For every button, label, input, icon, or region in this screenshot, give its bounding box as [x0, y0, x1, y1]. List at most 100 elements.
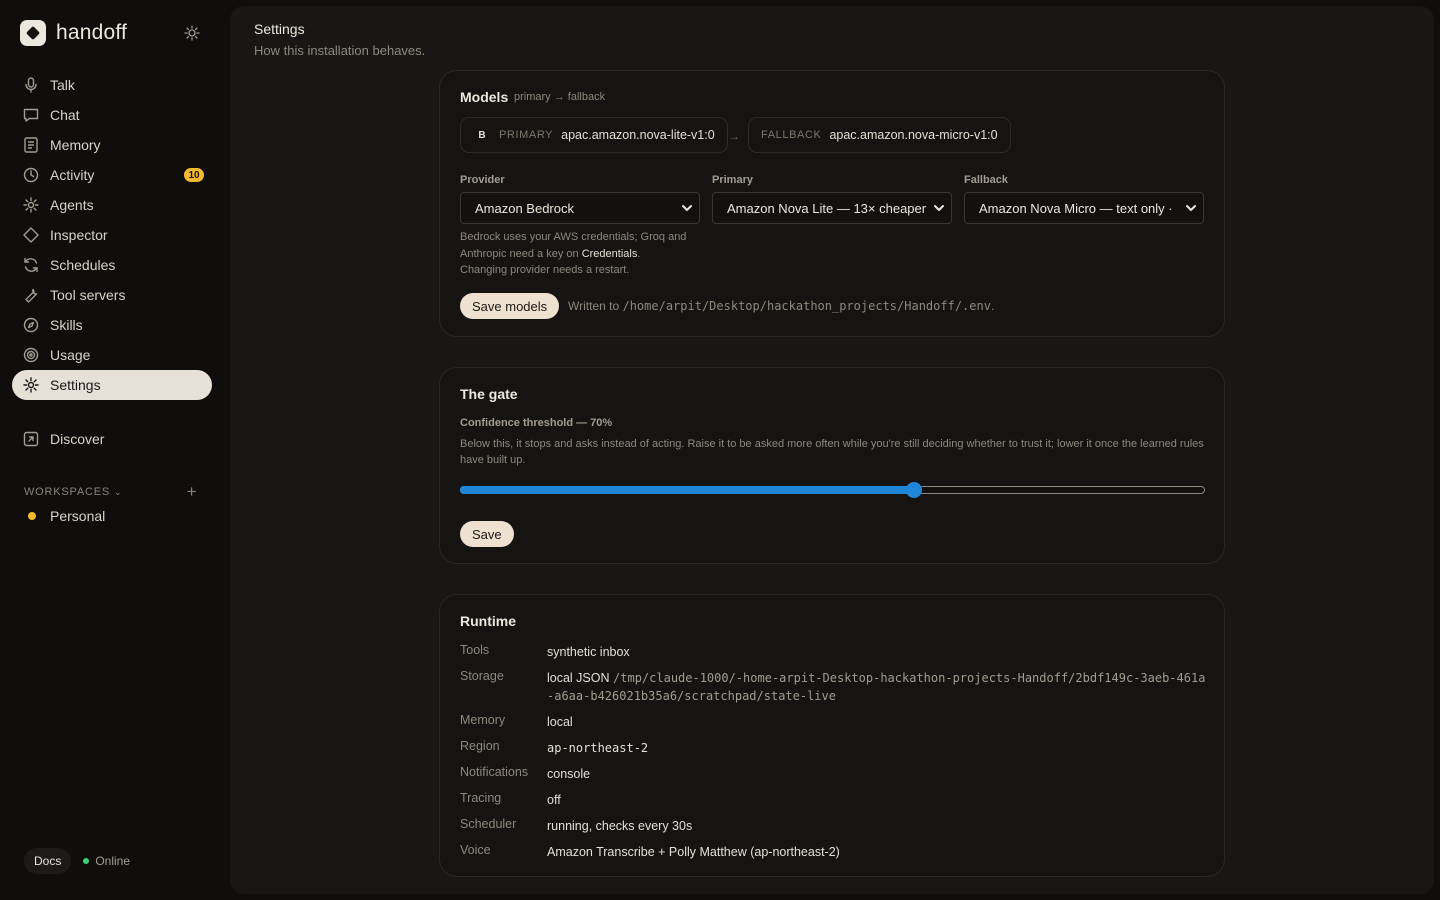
- fallback-label: Fallback: [964, 174, 1009, 186]
- runtime-value: local: [547, 715, 573, 729]
- target-icon: [23, 347, 39, 363]
- runtime-value: Amazon Transcribe + Polly Matthew (ap-no…: [547, 845, 840, 859]
- page-title: Settings: [254, 21, 305, 37]
- primary-tag: PRIMARY: [499, 129, 554, 141]
- chevron-down-icon: [1183, 200, 1199, 216]
- sidebar-item-label: Usage: [50, 347, 91, 363]
- runtime-row-notifications: Notifications console: [460, 765, 1210, 791]
- sidebar-item-label: Schedules: [50, 257, 116, 273]
- gate-description: Below this, it stops and asks instead of…: [460, 438, 1204, 466]
- runtime-value: console: [547, 767, 591, 781]
- sidebar-item-label: Settings: [50, 377, 101, 393]
- sidebar-item-activity[interactable]: Activity 10: [12, 160, 212, 190]
- wrench-icon: [25, 288, 38, 303]
- slider-fill: [460, 486, 915, 494]
- arrow-right-icon: →: [728, 129, 740, 143]
- provider-select-value: Amazon Bedrock: [475, 200, 574, 216]
- runtime-row-tools: Tools synthetic inbox: [460, 643, 1210, 669]
- page-subtitle: How this installation behaves.: [254, 43, 426, 58]
- sidebar-item-label: Activity: [50, 167, 95, 183]
- runtime-value: running, checks every 30s: [547, 819, 693, 833]
- save-models-button[interactable]: Save models: [460, 293, 560, 319]
- sun-icon[interactable]: [183, 24, 201, 42]
- runtime-key: Scheduler: [460, 817, 517, 831]
- sidebar-item-label: Tool servers: [50, 287, 126, 303]
- status-dot-icon: [83, 858, 90, 864]
- workspaces-header: WORKSPACES ⌄ +: [24, 482, 200, 502]
- sidebar-item-talk[interactable]: Talk: [12, 70, 212, 100]
- runtime-row-tracing: Tracing off: [460, 791, 1210, 817]
- workspace-item-personal[interactable]: Personal: [24, 506, 105, 526]
- workspaces-heading: WORKSPACES: [24, 486, 111, 498]
- slider-thumb[interactable]: [906, 482, 923, 498]
- gear-icon: [23, 377, 39, 393]
- confidence-threshold-slider[interactable]: [460, 482, 1205, 498]
- gate-title: The gate: [460, 386, 518, 402]
- sidebar: handoff Talk Chat Memory Activity 10 Age…: [0, 0, 230, 900]
- sidebar-item-agents[interactable]: Agents: [12, 190, 212, 220]
- brand[interactable]: handoff: [20, 20, 127, 46]
- sidebar-item-usage[interactable]: Usage: [12, 340, 212, 370]
- chevron-down-icon: [931, 200, 947, 216]
- sidebar-item-memory[interactable]: Memory: [12, 130, 212, 160]
- runtime-row-memory: Memory local: [460, 713, 1210, 739]
- workspaces-toggle[interactable]: WORKSPACES ⌄: [24, 486, 122, 498]
- runtime-table: Tools synthetic inbox Storage local JSON…: [460, 643, 1210, 869]
- chevron-down-icon: ⌄: [114, 487, 123, 497]
- activity-count-badge: 10: [184, 168, 204, 182]
- external-link-icon: [23, 431, 39, 447]
- provider-help-text: Bedrock uses your AWS credentials; Groq …: [460, 229, 700, 279]
- runtime-value: ap-northeast-2: [547, 741, 649, 755]
- runtime-row-scheduler: Scheduler running, checks every 30s: [460, 817, 1210, 843]
- confidence-threshold-label: Confidence threshold — 70%: [460, 417, 613, 429]
- provider-badge-icon: B: [478, 129, 486, 141]
- storage-type: local JSON: [547, 671, 610, 685]
- restart-note: Changing provider needs a restart.: [460, 264, 630, 276]
- runtime-key: Voice: [460, 843, 491, 857]
- sidebar-item-tool-servers[interactable]: Tool servers: [12, 280, 212, 310]
- sidebar-item-schedules[interactable]: Schedules: [12, 250, 212, 280]
- sidebar-item-skills[interactable]: Skills: [12, 310, 212, 340]
- memory-icon: [24, 137, 38, 153]
- chevron-down-icon: [679, 200, 695, 216]
- credentials-link[interactable]: Credentials: [582, 248, 638, 260]
- primary-label: Primary: [712, 174, 753, 186]
- primary-model-chip: B PRIMARY apac.amazon.nova-lite-v1:0: [460, 117, 728, 153]
- add-workspace-icon[interactable]: +: [184, 482, 200, 502]
- sidebar-footer: Docs Online: [24, 848, 130, 874]
- runtime-value: local JSON /tmp/claude-1000/-home-arpit-…: [547, 669, 1210, 713]
- fallback-model-select[interactable]: Amazon Nova Micro — text only ·: [964, 192, 1204, 224]
- agents-icon: [23, 197, 39, 213]
- written-to-note: Written to /home/arpit/Desktop/hackathon…: [568, 299, 994, 313]
- runtime-key: Storage: [460, 669, 504, 683]
- secondary-nav: Discover: [12, 424, 212, 454]
- compass-icon: [23, 317, 39, 333]
- sidebar-item-inspector[interactable]: Inspector: [12, 220, 212, 250]
- runtime-row-region: Region ap-northeast-2: [460, 739, 1210, 765]
- primary-select-value: Amazon Nova Lite — 13× cheaper: [727, 200, 927, 216]
- runtime-value: off: [547, 793, 561, 807]
- fallback-model-chip: FALLBACK apac.amazon.nova-micro-v1:0: [748, 117, 1011, 153]
- primary-model-select[interactable]: Amazon Nova Lite — 13× cheaper: [712, 192, 952, 224]
- sidebar-item-label: Chat: [50, 107, 80, 123]
- sidebar-item-label: Discover: [50, 431, 105, 447]
- sidebar-item-discover[interactable]: Discover: [12, 424, 212, 454]
- save-gate-button[interactable]: Save: [460, 521, 514, 547]
- runtime-key: Tools: [460, 643, 490, 657]
- sidebar-item-label: Agents: [50, 197, 94, 213]
- fallback-model-id: apac.amazon.nova-micro-v1:0: [829, 128, 998, 142]
- primary-model-id: apac.amazon.nova-lite-v1:0: [561, 128, 715, 142]
- models-card: Models primary → fallback B PRIMARY apac…: [439, 70, 1225, 337]
- provider-label: Provider: [460, 174, 505, 186]
- sidebar-item-chat[interactable]: Chat: [12, 100, 212, 130]
- written-prefix: Written to: [568, 299, 620, 313]
- runtime-key: Region: [460, 739, 500, 753]
- written-suffix: .: [990, 299, 995, 313]
- provider-select[interactable]: Amazon Bedrock: [460, 192, 700, 224]
- settings-panel: Settings How this installation behaves. …: [230, 6, 1434, 894]
- models-subtitle: primary → fallback: [514, 91, 606, 103]
- runtime-title: Runtime: [460, 613, 516, 629]
- sidebar-item-label: Skills: [50, 317, 83, 333]
- sidebar-item-settings[interactable]: Settings: [12, 370, 212, 400]
- docs-button[interactable]: Docs: [24, 848, 72, 874]
